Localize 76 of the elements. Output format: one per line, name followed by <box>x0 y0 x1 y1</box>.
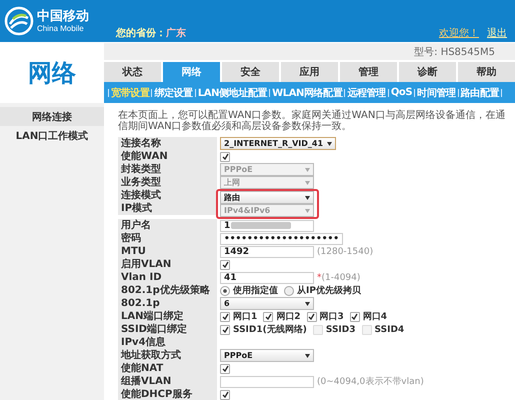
sidebar-item[interactable]: LAN口工作模式 <box>0 126 104 145</box>
caret-icon <box>327 142 332 146</box>
hint-text: (0~4094,0表示不带vlan) <box>317 376 424 388</box>
checkbox[interactable] <box>220 364 230 374</box>
field-label: 使能NAT <box>118 362 217 375</box>
field-label: 业务类型 <box>118 176 217 189</box>
field-label: 组播VLAN <box>118 375 217 388</box>
caret-icon <box>305 208 310 212</box>
field-label: 连接模式 <box>118 189 217 202</box>
caret-icon <box>305 354 310 358</box>
logo-icon <box>4 6 34 36</box>
radio-button[interactable] <box>284 286 294 296</box>
option-label: 网口3 <box>320 310 344 323</box>
option-label: SSID3 <box>326 324 356 334</box>
hint-text: *(1-4094) <box>317 272 360 282</box>
field-label: 密码 <box>118 232 217 245</box>
checkbox[interactable] <box>263 312 274 322</box>
field-label: 封装类型 <box>118 163 217 176</box>
field-label: LAN端口绑定 <box>118 310 217 323</box>
field-label: 使能DHCP服务 <box>118 388 217 400</box>
dropdown[interactable]: 路由 <box>220 191 314 204</box>
option-label: SSID4 <box>374 324 404 334</box>
field-label: 802.1p优先级策略 <box>118 284 217 297</box>
model-text: 型号: HS8545M5 <box>414 46 495 58</box>
field-label: 启用VLAN <box>118 258 217 271</box>
option-label: SSID1(无线网络) <box>233 323 307 336</box>
option-label: 使用指定值 <box>233 284 278 297</box>
caret-icon <box>305 302 310 306</box>
province-label: 您的省份： <box>116 28 166 39</box>
option-label: 网口1 <box>233 310 258 323</box>
option-label: 从IP优先级拷贝 <box>297 284 361 297</box>
field-label: 连接名称 <box>118 137 217 150</box>
caret-icon <box>305 168 310 172</box>
page-title: 网络 <box>27 58 77 88</box>
checkbox[interactable] <box>220 152 230 162</box>
field-label: 802.1p <box>118 297 217 310</box>
field-label: SSID端口绑定 <box>118 323 217 336</box>
brand-name: 中国移动 <box>37 10 89 24</box>
logout-link[interactable]: 退出 <box>487 28 507 39</box>
section-label: IPv4信息 <box>118 336 217 349</box>
brand-name: China Mobile <box>37 24 85 32</box>
field-label: IP模式 <box>118 202 217 215</box>
field-label: Vlan ID <box>118 271 217 284</box>
nav-tab[interactable]: 状态 <box>104 62 161 82</box>
nav-tab[interactable]: 诊断 <box>399 62 456 82</box>
checkbox[interactable] <box>350 312 360 322</box>
caret-icon <box>305 196 310 200</box>
field-label: 地址获取方式 <box>118 349 217 362</box>
radio-button[interactable] <box>220 286 230 296</box>
nav-tab[interactable]: 帮助 <box>458 62 515 82</box>
field-label: 用户名 <box>118 219 217 232</box>
field-label: 使能WAN <box>118 150 217 163</box>
nav-tab[interactable]: 管理 <box>340 62 397 82</box>
dropdown[interactable]: 6 <box>220 297 314 310</box>
nav-tab[interactable]: 应用 <box>281 62 338 82</box>
hint-text: (1280-1540) <box>317 246 374 256</box>
field-label: MTU <box>118 245 217 258</box>
checkbox[interactable] <box>220 324 230 334</box>
intro-text: 在本页面上，您可以配置WAN口参数。家庭网关通过WAN口与高层网络设备通信，在通信期间WAN口参数值必须和高层设备参数保持一致。 <box>118 110 506 132</box>
dropdown[interactable]: PPPoE <box>220 349 314 362</box>
province-value: 广东 <box>166 28 186 39</box>
caret-icon <box>305 180 310 184</box>
checkbox[interactable] <box>306 312 317 322</box>
sidebar-item[interactable]: 网络连接 <box>0 107 104 126</box>
checkbox[interactable] <box>220 390 230 400</box>
text-field[interactable]: 1492 <box>220 246 314 258</box>
text-field[interactable]: 1 <box>220 220 314 232</box>
nav-tab[interactable]: 安全 <box>222 62 279 82</box>
text-field[interactable]: 41 <box>220 272 314 284</box>
dropdown[interactable]: 2_INTERNET_R_VID_41 <box>220 137 336 150</box>
option-label: 网口2 <box>276 310 301 323</box>
password-field[interactable]: •••••••••••••••••••• <box>220 232 344 244</box>
option-label: 网口4 <box>362 310 388 323</box>
checkbox[interactable] <box>220 312 230 322</box>
checkbox[interactable] <box>220 260 230 270</box>
text-field[interactable] <box>220 376 314 388</box>
